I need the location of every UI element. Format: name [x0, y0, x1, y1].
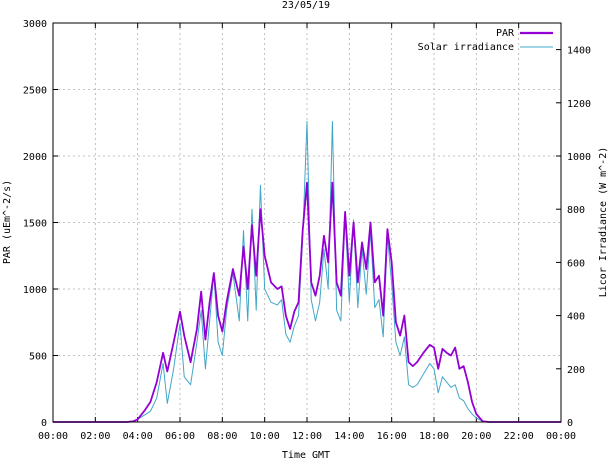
y2-axis-label: Licor Irradiance (W m^-2) [598, 147, 609, 298]
y2-tick-label: 600 [567, 258, 585, 269]
y2-tick-label: 400 [567, 312, 585, 323]
x-tick-label: 06:00 [165, 431, 195, 442]
y-tick-label: 2000 [23, 152, 47, 163]
legend-par-label: PAR [496, 28, 515, 39]
y2-tick-label: 800 [567, 205, 585, 216]
y2-tick-label: 1400 [567, 46, 591, 57]
x-tick-label: 18:00 [419, 431, 449, 442]
x-axis-label: Time GMT [282, 450, 330, 459]
x-tick-label: 20:00 [461, 431, 491, 442]
x-tick-label: 00:00 [38, 431, 68, 442]
chart: 23/05/19 Time GMT PAR (uEm^-2/s) Licor I… [2, 0, 609, 461]
y2-tick-label: 1200 [567, 99, 591, 110]
solar-irradiance-series-line [53, 120, 561, 423]
series-layer [53, 120, 561, 423]
x-tick-label: 00:00 [546, 431, 576, 442]
x-tick-label: 10:00 [250, 431, 280, 442]
chart-title: 23/05/19 [282, 0, 330, 11]
grid [53, 23, 561, 422]
x-tick-label: 08:00 [207, 431, 237, 442]
legend: PAR Solar irradiance [418, 28, 553, 53]
y-tick-label: 2500 [23, 86, 47, 97]
x-tick-label: 02:00 [80, 431, 110, 442]
y-tick-label: 0 [41, 418, 47, 429]
y-tick-label: 500 [29, 352, 47, 363]
x-tick-label: 12:00 [292, 431, 322, 442]
y2-tick-label: 1000 [567, 152, 591, 163]
x-tick-label: 16:00 [377, 431, 407, 442]
y2-tick-label: 0 [567, 418, 573, 429]
legend-solar-label: Solar irradiance [418, 42, 514, 53]
y-tick-label: 1500 [23, 219, 47, 230]
y-tick-label: 1000 [23, 285, 47, 296]
x-tick-label: 22:00 [504, 431, 534, 442]
x-tick-label: 04:00 [123, 431, 153, 442]
x-tick-label: 14:00 [334, 431, 364, 442]
y2-tick-label: 200 [567, 365, 585, 376]
y-axis-label: PAR (uEm^-2/s) [2, 180, 13, 264]
y-tick-label: 3000 [23, 19, 47, 30]
